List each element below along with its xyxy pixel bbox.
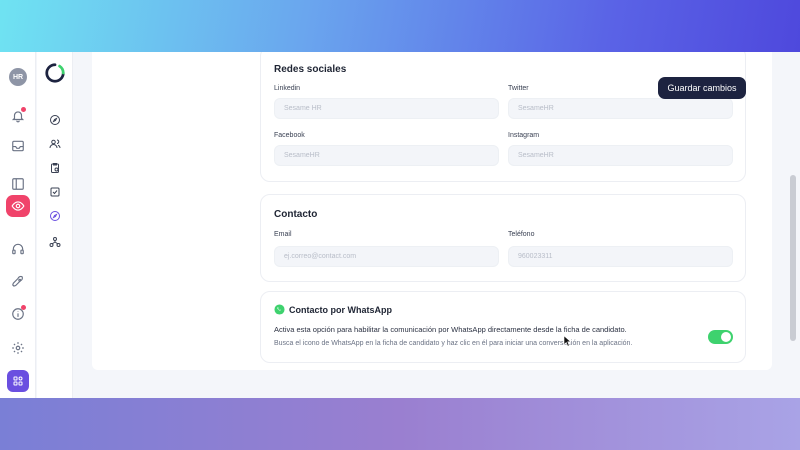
users-icon[interactable] (47, 136, 63, 152)
hierarchy-icon[interactable] (47, 234, 63, 250)
headset-icon[interactable] (9, 240, 27, 258)
app-window: HR Redes sociales Linkedin Sesame HR Twi… (0, 52, 800, 398)
email-label: Email (274, 231, 292, 238)
icon-rail: HR (0, 52, 36, 398)
linkedin-input[interactable]: Sesame HR (274, 98, 499, 119)
info-icon[interactable] (9, 305, 27, 323)
whatsapp-hint: Busca el icono de WhatsApp en la ficha d… (274, 340, 633, 347)
whatsapp-toggle[interactable] (708, 330, 733, 344)
main-content: Redes sociales Linkedin Sesame HR Twitte… (92, 52, 772, 370)
apps-button[interactable] (7, 370, 29, 392)
email-input[interactable]: ej.correo@contact.com (274, 246, 499, 267)
checkbox-icon[interactable] (47, 184, 63, 200)
inbox-icon[interactable] (9, 137, 27, 155)
secondary-sidebar (37, 52, 73, 398)
apps-icon (13, 376, 23, 386)
whatsapp-card: Contacto por WhatsApp Activa esta opción… (260, 291, 746, 363)
gear-icon[interactable] (9, 339, 27, 357)
linkedin-label: Linkedin (274, 85, 301, 92)
scrollbar-thumb[interactable] (790, 175, 796, 341)
whatsapp-description: Activa esta opción para habilitar la com… (274, 325, 627, 334)
facebook-label: Facebook (274, 132, 305, 139)
rocket-icon[interactable] (9, 273, 27, 291)
phone-label: Teléfono (508, 231, 535, 238)
brand-logo-icon[interactable] (44, 62, 66, 84)
layout-icon[interactable] (9, 175, 27, 193)
clipboard-icon[interactable] (47, 160, 63, 176)
eye-icon[interactable] (9, 197, 27, 215)
background-bottom (0, 398, 800, 450)
twitter-label: Twitter (508, 85, 529, 92)
social-section-title: Redes sociales (274, 64, 347, 75)
bell-icon[interactable] (9, 107, 27, 125)
mouse-cursor-icon (563, 335, 571, 347)
instagram-input[interactable]: SesameHR (508, 145, 733, 166)
twitter-input[interactable]: SesameHR (508, 98, 733, 119)
explore-icon[interactable] (47, 208, 63, 224)
whatsapp-section-title: Contacto por WhatsApp (289, 305, 392, 315)
contact-section-title: Contacto (274, 209, 318, 220)
notification-dot (21, 107, 26, 112)
contact-card: Contacto Email ej.correo@contact.com Tel… (260, 194, 746, 282)
save-changes-button[interactable]: Guardar cambios (658, 77, 746, 99)
phone-input[interactable]: 960023311 (508, 246, 733, 267)
avatar[interactable]: HR (9, 68, 27, 86)
social-networks-card: Redes sociales Linkedin Sesame HR Twitte… (260, 52, 746, 182)
instagram-label: Instagram (508, 132, 540, 139)
facebook-input[interactable]: SesameHR (274, 145, 499, 166)
compass-icon[interactable] (47, 112, 63, 128)
whatsapp-icon (274, 304, 285, 315)
info-notification-dot (21, 305, 26, 310)
